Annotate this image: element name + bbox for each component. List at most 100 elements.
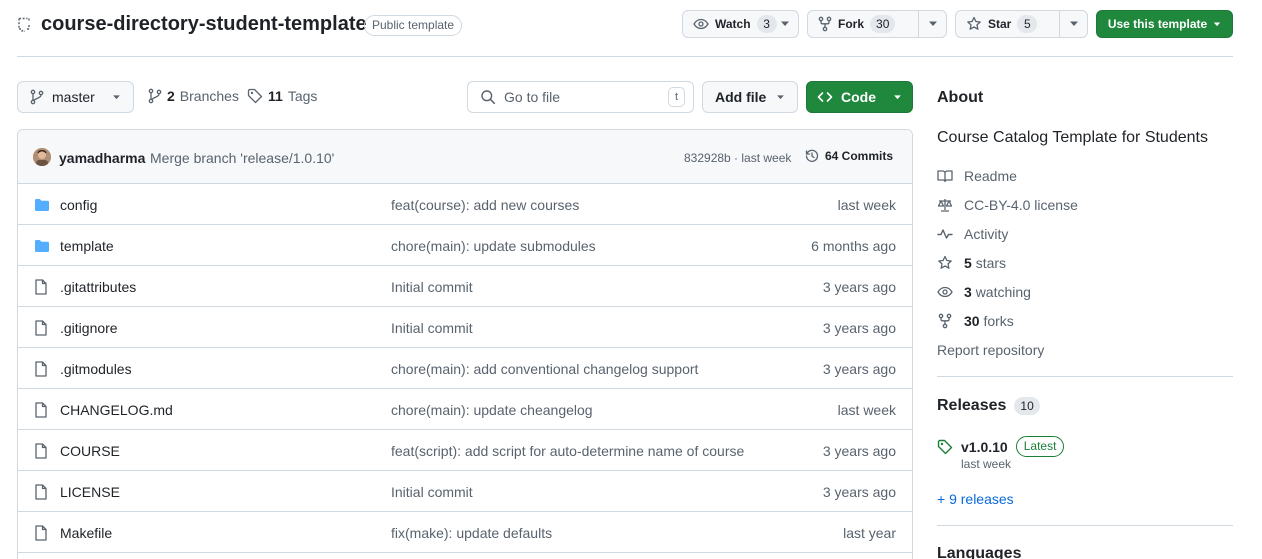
- table-row[interactable]: config feat(course): add new courses last …: [18, 184, 912, 225]
- file-icon: [34, 279, 48, 295]
- code-label: Code: [841, 89, 876, 105]
- watch-button[interactable]: Watch 3: [682, 10, 799, 38]
- repo-template-icon: [17, 17, 31, 33]
- file-icon: [34, 320, 48, 336]
- file-commit-message[interactable]: Initial commit: [391, 320, 473, 336]
- star-button[interactable]: Star 5: [955, 10, 1088, 38]
- tag-icon: [247, 88, 263, 104]
- repo-header: course-directory-student-template Public…: [17, 10, 1233, 40]
- file-icon: [34, 402, 48, 418]
- branch-name: master: [52, 89, 95, 105]
- commit-message[interactable]: Merge branch 'release/1.0.10': [150, 150, 334, 166]
- table-row[interactable]: COURSE feat(script): add script for auto-…: [18, 430, 912, 471]
- star-label: Star: [988, 17, 1012, 31]
- file-name[interactable]: Makefile: [60, 525, 112, 541]
- branches-label: Branches: [179, 88, 239, 104]
- file-commit-message[interactable]: fix(make): update defaults: [391, 525, 552, 541]
- commit-author[interactable]: yamadharma: [59, 150, 145, 166]
- latest-release[interactable]: v1.0.10 Latest: [937, 436, 1065, 457]
- forks-count: 30: [964, 313, 980, 329]
- table-row[interactable]: .gitmodules chore(main): add conventional…: [18, 348, 912, 389]
- add-file-button[interactable]: Add file: [702, 81, 798, 113]
- table-row[interactable]: template chore(main): update submodules 6 …: [18, 225, 912, 266]
- file-commit-date: 3 years ago: [822, 320, 896, 336]
- file-name[interactable]: template: [60, 238, 114, 254]
- stars-link[interactable]: 5 stars: [937, 255, 1006, 271]
- triangle-down-icon: [780, 21, 790, 27]
- shortcut-key: t: [668, 87, 685, 107]
- file-name[interactable]: LICENSE: [60, 484, 120, 500]
- sidebar-divider: [937, 525, 1233, 526]
- readme-label: Readme: [964, 168, 1017, 184]
- branches-count: 2: [167, 88, 175, 104]
- header-divider: [17, 56, 1233, 57]
- file-name[interactable]: .gitmodules: [60, 361, 132, 377]
- more-releases-link[interactable]: + 9 releases: [937, 491, 1014, 507]
- file-commit-message[interactable]: chore(main): update cheangelog: [391, 402, 593, 418]
- releases-count: 10: [1014, 397, 1040, 415]
- file-icon: [34, 361, 48, 377]
- repo-name[interactable]: course-directory-student-template: [41, 13, 367, 36]
- license-link[interactable]: CC-BY-4.0 license: [937, 197, 1078, 213]
- file-name[interactable]: .gitattributes: [60, 279, 136, 295]
- table-row[interactable]: LICENSE Initial commit 3 years ago: [18, 471, 912, 512]
- file-name[interactable]: config: [60, 197, 97, 213]
- triangle-down-icon: [1213, 22, 1221, 27]
- table-row[interactable]: CHANGELOG.md chore(main): update cheangel…: [18, 389, 912, 430]
- releases-heading[interactable]: Releases 10: [937, 397, 1040, 415]
- branch-selector[interactable]: master: [17, 81, 134, 113]
- watching-link[interactable]: 3 watching: [937, 284, 1031, 300]
- tags-link[interactable]: 11 Tags: [247, 88, 317, 104]
- report-repository-link[interactable]: Report repository: [937, 342, 1044, 358]
- commit-hash-time[interactable]: 832928b · last week: [684, 151, 791, 165]
- file-commit-message[interactable]: chore(main): update submodules: [391, 238, 596, 254]
- file-commit-date: 3 years ago: [822, 443, 896, 459]
- release-date: last week: [961, 457, 1012, 471]
- star-icon: [937, 255, 953, 271]
- file-commit-message[interactable]: chore(main): add conventional changelog …: [391, 361, 698, 377]
- triangle-down-icon: [893, 94, 902, 100]
- latest-commit-bar: yamadharma Merge branch 'release/1.0.10'…: [18, 130, 912, 184]
- branches-link[interactable]: 2 Branches: [148, 88, 239, 104]
- avatar[interactable]: [33, 148, 51, 166]
- file-commit-date: 3 years ago: [822, 279, 896, 295]
- stars-label: stars: [975, 255, 1007, 271]
- readme-link[interactable]: Readme: [937, 168, 1017, 184]
- commits-link[interactable]: 64 Commits: [804, 148, 893, 164]
- file-name[interactable]: COURSE: [60, 443, 120, 459]
- file-commit-date: last week: [837, 197, 896, 213]
- tag-icon: [937, 439, 953, 455]
- file-list: config feat(course): add new courses last …: [18, 184, 912, 553]
- stars-count: 5: [964, 255, 972, 271]
- fork-label: Fork: [838, 17, 865, 31]
- file-commit-date: last week: [837, 402, 896, 418]
- star-dropdown[interactable]: [1059, 11, 1087, 37]
- fork-icon: [937, 313, 953, 329]
- file-commit-message[interactable]: feat(script): add script for auto-determ…: [391, 443, 744, 459]
- use-template-label: Use this template: [1107, 17, 1208, 31]
- file-commit-date: 3 years ago: [822, 361, 896, 377]
- eye-icon: [937, 284, 953, 300]
- forks-link[interactable]: 30 forks: [937, 313, 1014, 329]
- use-this-template-button[interactable]: Use this template: [1096, 10, 1233, 38]
- code-button[interactable]: Code: [806, 81, 913, 113]
- watching-label: watching: [975, 284, 1031, 300]
- visibility-badge: Public template: [364, 15, 463, 36]
- go-to-file-input[interactable]: Go to file t: [467, 81, 694, 113]
- watch-dropdown[interactable]: [772, 11, 798, 37]
- file-name[interactable]: .gitignore: [60, 320, 118, 336]
- fork-button[interactable]: Fork 30: [807, 10, 947, 38]
- table-row[interactable]: .gitattributes Initial commit 3 years ago: [18, 266, 912, 307]
- file-commit-message[interactable]: feat(course): add new courses: [391, 197, 579, 213]
- commits-label: 64 Commits: [825, 149, 894, 163]
- file-name[interactable]: CHANGELOG.md: [60, 402, 173, 418]
- languages-title: Languages: [937, 545, 1022, 559]
- history-icon: [804, 148, 820, 164]
- table-row[interactable]: Makefile fix(make): update defaults last y…: [18, 512, 912, 553]
- file-commit-message[interactable]: Initial commit: [391, 484, 473, 500]
- table-row[interactable]: .gitignore Initial commit 3 years ago: [18, 307, 912, 348]
- activity-link[interactable]: Activity: [937, 226, 1008, 242]
- fork-dropdown[interactable]: [918, 11, 946, 37]
- triangle-down-icon: [928, 21, 938, 27]
- file-commit-message[interactable]: Initial commit: [391, 279, 473, 295]
